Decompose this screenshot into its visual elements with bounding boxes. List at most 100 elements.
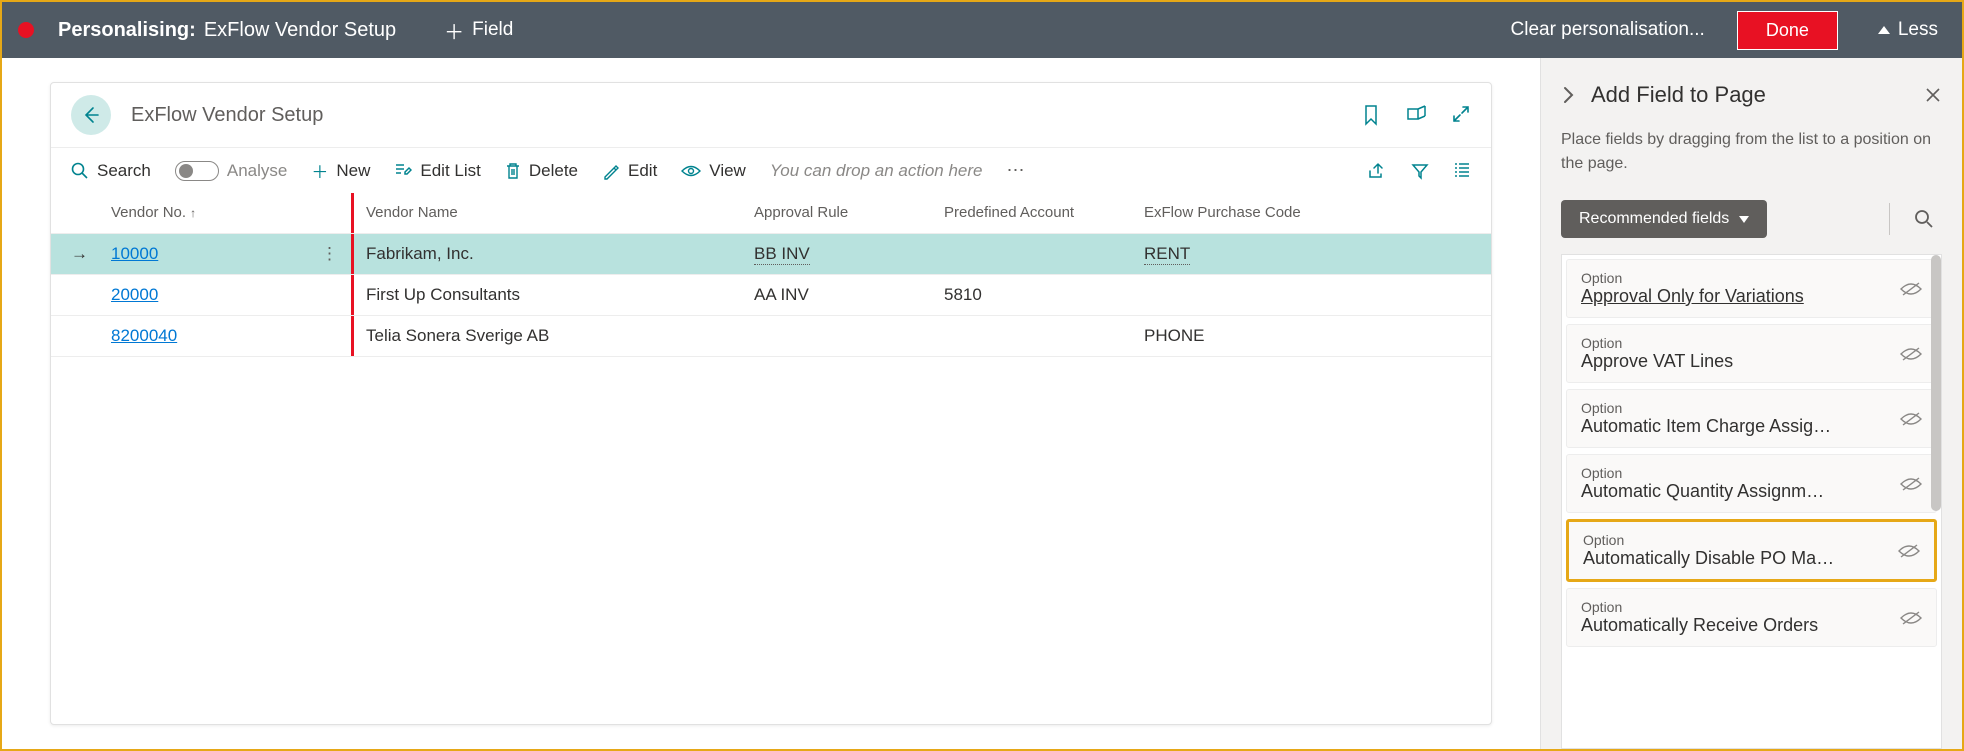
panel-description: Place fields by dragging from the list t… xyxy=(1561,128,1942,176)
cell-vendor-no[interactable]: 20000 xyxy=(111,285,321,305)
topbar-title-page: ExFlow Vendor Setup xyxy=(204,19,396,42)
edit-list-action[interactable]: Edit List xyxy=(394,161,480,181)
analyse-toggle[interactable]: Analyse xyxy=(175,161,287,181)
field-type-label: Option xyxy=(1583,532,1890,548)
hidden-eye-icon[interactable] xyxy=(1900,346,1922,362)
caret-up-icon xyxy=(1878,26,1890,34)
field-type-label: Option xyxy=(1581,599,1892,615)
add-field-button[interactable]: ＋ Field xyxy=(444,16,513,45)
cell-approval-rule[interactable]: BB INV xyxy=(754,244,944,264)
cell-vendor-name: Fabrikam, Inc. xyxy=(354,244,754,264)
field-name-label: Automatically Receive Orders xyxy=(1581,615,1892,636)
field-name-label: Automatic Quantity Assignm… xyxy=(1581,481,1892,502)
field-name-label: Automatic Item Charge Assig… xyxy=(1581,416,1892,437)
search-action[interactable]: Search xyxy=(71,161,151,181)
table-header-row: Vendor No.↑ Vendor Name Approval Rule Pr… xyxy=(51,193,1491,234)
panel-search-button[interactable] xyxy=(1906,209,1942,229)
scrollbar-thumb[interactable] xyxy=(1931,255,1941,511)
field-list-item[interactable]: Option Automatically Receive Orders xyxy=(1566,588,1937,647)
hidden-eye-icon[interactable] xyxy=(1900,476,1922,492)
personalising-top-bar: Personalising: ExFlow Vendor Setup ＋ Fie… xyxy=(2,2,1962,58)
delete-label: Delete xyxy=(529,161,578,181)
less-label: Less xyxy=(1898,19,1938,41)
field-name-label: Approval Only for Variations xyxy=(1581,286,1892,307)
card-header: ExFlow Vendor Setup xyxy=(51,83,1491,148)
cell-predefined-account: 5810 xyxy=(944,285,1144,305)
hidden-eye-icon[interactable] xyxy=(1900,281,1922,297)
table-row[interactable]: → 10000 ⋮ Fabrikam, Inc. BB INV RENT xyxy=(51,234,1491,275)
action-drop-zone[interactable]: You can drop an action here xyxy=(770,161,983,181)
panel-title: Add Field to Page xyxy=(1591,82,1908,108)
table-row[interactable]: 8200040 Telia Sonera Sverige AB PHONE xyxy=(51,316,1491,357)
panel-collapse-chevron-icon[interactable] xyxy=(1561,85,1575,105)
new-action[interactable]: ＋ New xyxy=(311,158,370,183)
recommended-fields-dropdown[interactable]: Recommended fields xyxy=(1561,200,1767,238)
col-header-exflow-code[interactable]: ExFlow Purchase Code xyxy=(1144,204,1324,221)
eye-icon xyxy=(681,164,701,178)
filter-icon[interactable] xyxy=(1411,162,1429,180)
available-fields-list[interactable]: Option Approval Only for Variations Opti… xyxy=(1561,254,1942,749)
plus-icon: ＋ xyxy=(311,158,328,183)
view-action[interactable]: View xyxy=(681,161,746,181)
done-button[interactable]: Done xyxy=(1737,11,1838,50)
back-button[interactable] xyxy=(71,95,111,135)
recording-indicator-icon xyxy=(18,22,34,38)
page-title: ExFlow Vendor Setup xyxy=(131,104,323,127)
cell-vendor-no[interactable]: 8200040 xyxy=(111,326,321,346)
hidden-eye-icon[interactable] xyxy=(1900,610,1922,626)
analyse-label: Analyse xyxy=(227,161,287,181)
field-name-label: Automatically Disable PO Ma… xyxy=(1583,548,1890,569)
hidden-eye-icon[interactable] xyxy=(1900,411,1922,427)
recommended-fields-label: Recommended fields xyxy=(1579,210,1729,228)
chevron-down-icon xyxy=(1739,216,1749,223)
plus-icon: ＋ xyxy=(444,16,464,45)
cell-vendor-no[interactable]: 10000 xyxy=(111,244,321,264)
field-list-item[interactable]: Option Automatic Quantity Assignm… xyxy=(1566,454,1937,513)
panel-close-button[interactable] xyxy=(1924,86,1942,104)
clear-personalisation-link[interactable]: Clear personalisation... xyxy=(1511,19,1705,41)
cell-vendor-name: Telia Sonera Sverige AB xyxy=(354,326,754,346)
topbar-title: Personalising: ExFlow Vendor Setup xyxy=(58,19,396,42)
field-type-label: Option xyxy=(1581,270,1892,286)
col-header-approval-rule[interactable]: Approval Rule xyxy=(754,204,944,221)
col-header-vendor-name[interactable]: Vendor Name xyxy=(354,204,754,221)
main-content-area: ExFlow Vendor Setup Search Analyse xyxy=(2,58,1540,749)
field-list-item[interactable]: Option Approve VAT Lines xyxy=(1566,324,1937,383)
vendor-table: Vendor No.↑ Vendor Name Approval Rule Pr… xyxy=(51,193,1491,357)
field-type-label: Option xyxy=(1581,335,1892,351)
field-list-item[interactable]: Option Approval Only for Variations xyxy=(1566,259,1937,318)
cell-approval-rule[interactable]: AA INV xyxy=(754,285,944,305)
field-type-label: Option xyxy=(1581,465,1892,481)
row-menu-button[interactable]: ⋮ xyxy=(321,244,351,264)
cell-exflow-code[interactable]: RENT xyxy=(1144,244,1324,264)
field-list-item[interactable]: Option Automatic Item Charge Assig… xyxy=(1566,389,1937,448)
cell-exflow-code[interactable]: PHONE xyxy=(1144,326,1324,346)
share-icon[interactable] xyxy=(1367,162,1387,180)
page-card: ExFlow Vendor Setup Search Analyse xyxy=(50,82,1492,725)
list-view-icon[interactable] xyxy=(1453,162,1471,180)
col-header-predefined-account[interactable]: Predefined Account xyxy=(944,204,1144,221)
delete-action[interactable]: Delete xyxy=(505,161,578,181)
col-header-vendor-no[interactable]: Vendor No.↑ xyxy=(111,204,321,221)
sort-asc-icon: ↑ xyxy=(190,206,196,220)
pencil-icon xyxy=(602,162,620,180)
cell-vendor-name: First Up Consultants xyxy=(354,285,754,305)
table-row[interactable]: 20000 First Up Consultants AA INV 5810 xyxy=(51,275,1491,316)
collapse-icon[interactable] xyxy=(1451,104,1471,126)
field-name-label: Approve VAT Lines xyxy=(1581,351,1892,372)
trash-icon xyxy=(505,162,521,180)
open-externally-icon[interactable] xyxy=(1405,104,1427,126)
row-indicator-icon: → xyxy=(71,244,111,264)
hidden-eye-icon[interactable] xyxy=(1898,543,1920,559)
vertical-divider xyxy=(1889,203,1890,235)
less-toggle[interactable]: Less xyxy=(1878,19,1938,41)
arrow-left-icon xyxy=(81,105,101,125)
more-actions-button[interactable]: ⋯ xyxy=(1007,160,1027,181)
topbar-title-label: Personalising: xyxy=(58,19,196,42)
view-label: View xyxy=(709,161,746,181)
add-field-label: Field xyxy=(472,19,513,41)
bookmark-icon[interactable] xyxy=(1361,104,1381,126)
edit-list-label: Edit List xyxy=(420,161,480,181)
field-list-item[interactable]: Option Automatically Disable PO Ma… xyxy=(1566,519,1937,582)
edit-action[interactable]: Edit xyxy=(602,161,657,181)
